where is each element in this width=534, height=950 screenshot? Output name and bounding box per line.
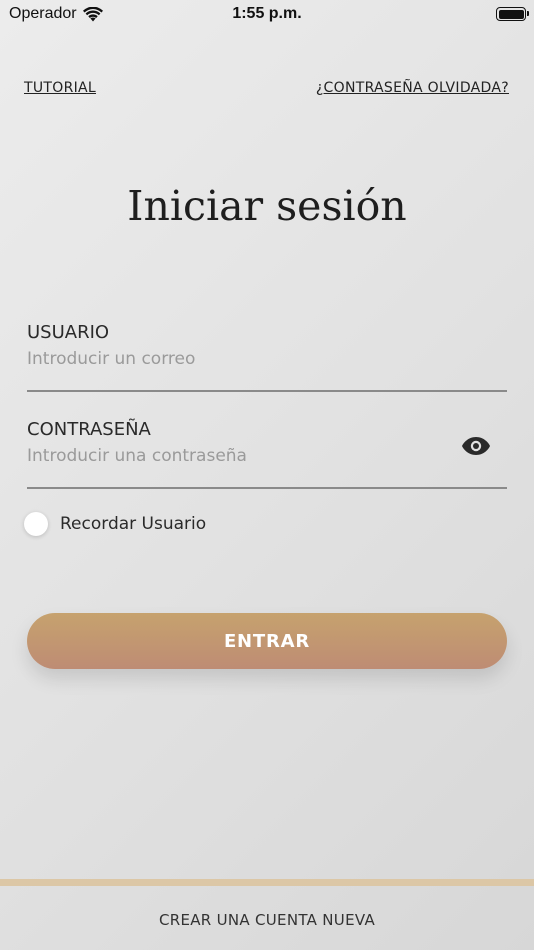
tutorial-link[interactable]: TUTORIAL [24, 80, 96, 96]
user-label: USUARIO [27, 322, 110, 343]
user-field: USUARIO [27, 322, 507, 392]
status-bar: Operador 1:55 p.m. [0, 0, 534, 30]
battery-cap [527, 11, 529, 16]
status-time: 1:55 p.m. [232, 5, 302, 22]
remember-radio[interactable] [24, 512, 48, 536]
user-input[interactable] [27, 349, 447, 369]
battery-fill [498, 9, 524, 19]
battery-icon [496, 7, 529, 21]
create-account-button[interactable]: CREAR UNA CUENTA NUEVA [0, 911, 534, 929]
page-title: Iniciar sesión [127, 182, 407, 230]
password-input[interactable] [27, 446, 447, 466]
footer-divider [0, 879, 534, 886]
enter-button[interactable]: ENTRAR [27, 613, 507, 669]
password-label: CONTRASEÑA [27, 419, 151, 440]
eye-icon[interactable] [461, 435, 491, 457]
remember-user-toggle[interactable]: Recordar Usuario [24, 512, 206, 536]
forgot-password-link[interactable]: ¿CONTRASEÑA OLVIDADA? [316, 80, 509, 96]
remember-label: Recordar Usuario [60, 514, 207, 534]
password-field: CONTRASEÑA [27, 419, 507, 489]
